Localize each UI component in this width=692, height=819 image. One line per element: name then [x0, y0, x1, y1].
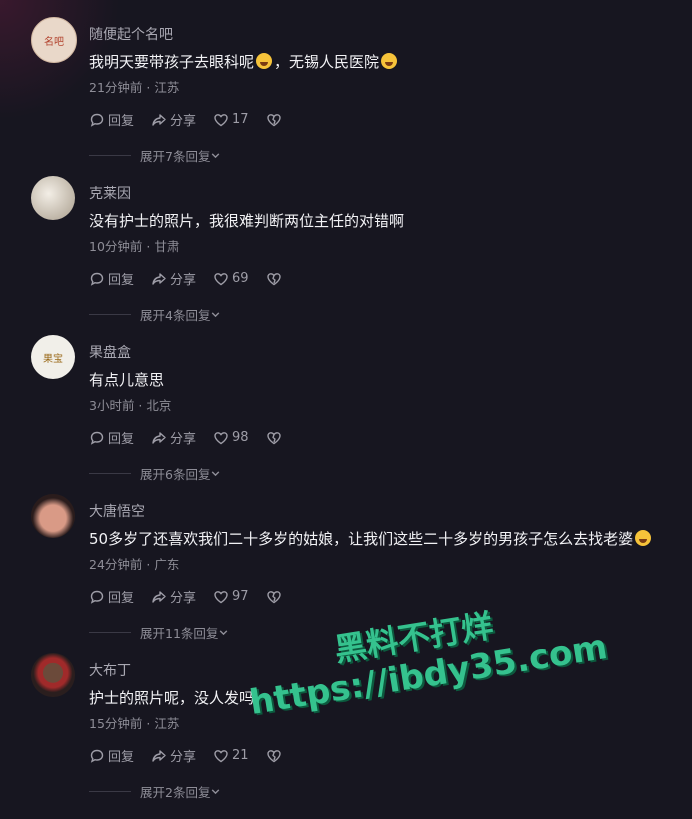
avatar-text: 名吧	[44, 36, 64, 48]
broken-heart-icon	[266, 590, 281, 603]
avatar[interactable]	[31, 653, 75, 697]
share-label: 分享	[170, 273, 197, 288]
share-label: 分享	[170, 750, 197, 765]
expand-label: 展开2条回复	[140, 785, 211, 800]
comment-text-part: ，无锡人民医院	[274, 53, 380, 71]
dislike-button[interactable]	[266, 589, 285, 605]
username[interactable]: 大唐悟空	[89, 501, 145, 521]
share-label: 分享	[170, 114, 197, 129]
avatar[interactable]: 果宝	[31, 335, 75, 379]
divider-line	[89, 473, 131, 474]
like-button[interactable]: 69	[213, 271, 249, 287]
like-button[interactable]: 17	[213, 112, 249, 128]
share-arrow-icon	[152, 590, 166, 603]
reply-button[interactable]: 回复	[89, 428, 134, 447]
comment-meta: 10分钟前 · 甘肃	[89, 239, 180, 254]
username[interactable]: 克莱因	[89, 183, 131, 203]
dislike-button[interactable]	[266, 430, 285, 446]
share-arrow-icon	[152, 272, 166, 285]
reply-label: 回复	[108, 273, 135, 288]
share-arrow-icon	[152, 431, 166, 444]
chevron-down-icon	[212, 789, 220, 795]
comment-item: 果宝 果盘盒 有点儿意思 3小时前 · 北京 回复 分享 98 展开6条回复	[0, 318, 692, 482]
reply-bubble-icon	[90, 431, 104, 445]
reply-bubble-icon	[90, 272, 104, 286]
comment-text-part: 我明天要带孩子去眼科呢	[89, 53, 255, 71]
dislike-button[interactable]	[266, 748, 285, 764]
reply-label: 回复	[108, 591, 135, 606]
reply-button[interactable]: 回复	[89, 110, 134, 129]
share-arrow-icon	[152, 749, 166, 762]
comment-text: 有点儿意思	[89, 371, 165, 389]
username[interactable]: 果盘盒	[89, 342, 131, 362]
comment-actions: 回复 分享 69	[89, 269, 302, 288]
comment-text: 护士的照片呢，没人发吗	[89, 689, 255, 707]
reply-label: 回复	[108, 432, 135, 447]
divider-line	[89, 155, 131, 156]
heart-icon	[214, 113, 228, 126]
divider-line	[89, 632, 131, 633]
laughing-emoji-icon	[381, 53, 398, 69]
like-count: 69	[232, 271, 249, 286]
reply-button[interactable]: 回复	[89, 269, 134, 288]
username[interactable]: 大布丁	[89, 660, 131, 680]
comment-meta: 3小时前 · 北京	[89, 398, 172, 413]
like-count: 97	[232, 589, 249, 604]
comment-text: 50多岁了还喜欢我们二十多岁的姑娘，让我们这些二十多岁的男孩子怎么去找老婆	[89, 528, 653, 549]
comment-meta: 21分钟前 · 江苏	[89, 80, 180, 95]
avatar[interactable]	[31, 494, 75, 538]
laughing-emoji-icon	[256, 53, 273, 69]
like-count: 98	[232, 430, 249, 445]
comment-item: 名吧 随便起个名吧 我明天要带孩子去眼科呢 ，无锡人民医院 21分钟前 · 江苏 …	[0, 0, 692, 164]
broken-heart-icon	[266, 749, 281, 762]
comment-meta: 15分钟前 · 江苏	[89, 716, 180, 731]
reply-bubble-icon	[90, 113, 104, 127]
share-arrow-icon	[152, 113, 166, 126]
comment-text: 没有护士的照片，我很难判断两位主任的对错啊	[89, 212, 405, 230]
heart-icon	[214, 590, 228, 603]
comment-text: 我明天要带孩子去眼科呢 ，无锡人民医院	[89, 51, 399, 72]
divider-line	[89, 791, 131, 792]
comment-item: 克莱因 没有护士的照片，我很难判断两位主任的对错啊 10分钟前 · 甘肃 回复 …	[0, 159, 692, 323]
username[interactable]: 随便起个名吧	[89, 24, 173, 44]
like-button[interactable]: 97	[213, 589, 249, 605]
laughing-emoji-icon	[635, 530, 652, 546]
reply-button[interactable]: 回复	[89, 746, 134, 765]
reply-label: 回复	[108, 750, 135, 765]
heart-icon	[214, 272, 228, 285]
reply-label: 回复	[108, 114, 135, 129]
like-count: 17	[232, 112, 249, 127]
share-button[interactable]: 分享	[151, 428, 196, 447]
heart-icon	[214, 749, 228, 762]
avatar[interactable]	[31, 176, 75, 220]
share-button[interactable]: 分享	[151, 269, 196, 288]
comment-text-part: 50多岁了还喜欢我们二十多岁的姑娘，让我们这些二十多岁的男孩子怎么去找老婆	[89, 530, 634, 548]
reply-button[interactable]: 回复	[89, 587, 134, 606]
dislike-button[interactable]	[266, 112, 285, 128]
like-button[interactable]: 98	[213, 430, 249, 446]
reply-bubble-icon	[90, 590, 104, 604]
share-button[interactable]: 分享	[151, 110, 196, 129]
broken-heart-icon	[266, 272, 281, 285]
avatar-text: 果宝	[43, 353, 63, 365]
comment-actions: 回复 分享 98	[89, 428, 302, 447]
expand-replies[interactable]: 展开2条回复	[89, 782, 221, 801]
avatar[interactable]: 名吧	[31, 17, 77, 63]
dislike-button[interactable]	[266, 271, 285, 287]
comment-actions: 回复 分享 97	[89, 587, 302, 606]
comment-actions: 回复 分享 21	[89, 746, 302, 765]
like-count: 21	[232, 748, 249, 763]
like-button[interactable]: 21	[213, 748, 249, 764]
comment-meta: 24分钟前 · 广东	[89, 557, 180, 572]
share-label: 分享	[170, 591, 197, 606]
reply-bubble-icon	[90, 749, 104, 763]
heart-icon	[214, 431, 228, 444]
broken-heart-icon	[266, 431, 281, 444]
comment-actions: 回复 分享 17	[89, 110, 302, 129]
share-label: 分享	[170, 432, 197, 447]
share-button[interactable]: 分享	[151, 746, 196, 765]
divider-line	[89, 314, 131, 315]
share-button[interactable]: 分享	[151, 587, 196, 606]
broken-heart-icon	[266, 113, 281, 126]
